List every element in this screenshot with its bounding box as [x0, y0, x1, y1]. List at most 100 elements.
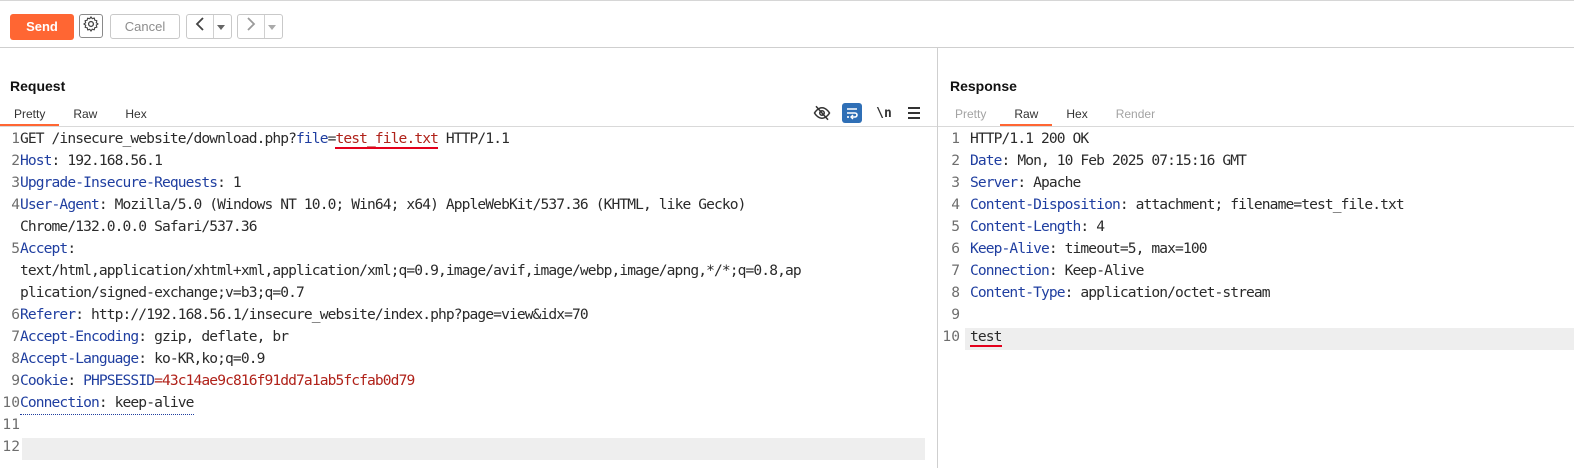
code-line: 2 Host: 192.168.56.1 [0, 150, 930, 172]
code-text: text/html,application/xhtml+xml,applicat… [20, 262, 802, 279]
code-text: HTTP/1.1 200 OK [970, 128, 1089, 150]
toolbar: Send Cancel [0, 0, 1574, 48]
line-number: 7 [951, 262, 960, 279]
newline-icon[interactable]: \n [874, 103, 894, 123]
eye-off-icon[interactable] [812, 103, 832, 123]
code-line: 6 Referer: http://192.168.56.1/insecure_w… [0, 304, 930, 326]
code-line: 1 HTTP/1.1 200 OK [940, 128, 1574, 150]
code-line: 3 Upgrade-Insecure-Requests: 1 [0, 172, 930, 194]
line-number: 8 [951, 284, 960, 301]
code-text: Connection: keep-alive [20, 392, 194, 415]
code-text: : application/octet-stream [1064, 284, 1271, 301]
code-line: 4 User-Agent: Mozilla/5.0 (Windows NT 10.… [0, 194, 930, 216]
code-text: Content-Length: 4 [970, 216, 1105, 238]
code-text: : Apache [1017, 174, 1081, 191]
code-text: : keep-alive [98, 394, 195, 411]
code-text: text/html,application/xhtml+xml,applicat… [20, 260, 802, 282]
code-text: : [67, 240, 76, 257]
code-text: Keep-Alive [970, 240, 1050, 257]
tab-raw[interactable]: Raw [1000, 104, 1053, 126]
forward-button[interactable] [238, 15, 264, 38]
tab-hex[interactable]: Hex [111, 104, 160, 124]
line-number: 11 [2, 416, 20, 433]
code-line: 5 Content-Length: 4 [940, 216, 1574, 238]
code-text: PHPSESSID [83, 372, 155, 389]
line-number: 5 [951, 218, 960, 235]
response-body: test [970, 328, 1002, 347]
request-editor-actions: \n [810, 103, 930, 123]
code-text: Connection: Keep-Alive [970, 260, 1144, 282]
response-tabs-underline [938, 126, 1574, 127]
code-text: : Mozilla/5.0 (Windows NT 10.0; Win64; x… [98, 196, 747, 213]
code-text: User-Agent [20, 196, 100, 213]
code-text: Connection [970, 262, 1050, 279]
line-number: 10 [942, 328, 960, 345]
code-text: Accept-Language [20, 350, 139, 367]
gear-icon [82, 15, 100, 38]
line-number: 4 [11, 196, 20, 213]
line-number: 3 [11, 174, 20, 191]
tab-pretty[interactable]: Pretty [941, 104, 1000, 124]
code-text: Connection [20, 394, 100, 411]
response-editor[interactable]: 1 HTTP/1.1 200 OK 2 Date: Mon, 10 Feb 2025… [940, 128, 1574, 348]
code-text: : [67, 372, 84, 389]
code-text: Cookie: PHPSESSID=43c14ae9c816f91dd7a1ab… [20, 370, 415, 392]
line-number: 5 [11, 240, 20, 257]
code-text: Accept [20, 240, 68, 257]
code-text: : gzip, deflate, br [138, 328, 289, 345]
code-line: 4 Content-Disposition: attachment; filena… [940, 194, 1574, 216]
code-text: Accept: [20, 238, 76, 260]
code-line: 10 test [940, 326, 1574, 348]
code-text: Date [970, 152, 1002, 169]
code-text: HTTP/1.1 200 OK [970, 130, 1089, 147]
line-number: 4 [951, 196, 960, 213]
code-line: 1 GET /insecure_website/download.php?file… [0, 128, 930, 150]
line-number: 10 [2, 394, 20, 411]
code-text: User-Agent: Mozilla/5.0 (Windows NT 10.0… [20, 194, 746, 216]
send-button[interactable]: Send [10, 14, 74, 40]
line-number: 6 [11, 306, 20, 323]
chevron-right-icon [245, 16, 257, 37]
code-text: Date: Mon, 10 Feb 2025 07:15:16 GMT [970, 150, 1247, 172]
line-number: 9 [11, 372, 20, 389]
back-history-dropdown[interactable] [213, 15, 228, 38]
line-number: 2 [11, 152, 20, 169]
tab-raw[interactable]: Raw [59, 104, 111, 124]
code-text: = [154, 372, 163, 389]
request-title: Request [10, 78, 66, 94]
code-text: Content-Type: application/octet-stream [970, 282, 1271, 304]
settings-button[interactable] [79, 14, 103, 38]
code-text: : Mon, 10 Feb 2025 07:15:16 GMT [1001, 152, 1247, 169]
request-editor[interactable]: 1 GET /insecure_website/download.php?file… [0, 128, 930, 458]
file-param-value: test_file.txt [335, 130, 439, 149]
cancel-button[interactable]: Cancel [110, 14, 180, 39]
code-text: Content-Type [970, 284, 1066, 301]
forward-history-dropdown[interactable] [264, 15, 279, 38]
code-text: Accept-Encoding [20, 328, 139, 345]
code-text: Cookie [20, 372, 68, 389]
code-text: Server: Apache [970, 172, 1081, 194]
code-text: Content-Disposition [970, 196, 1121, 213]
code-line: 8 Accept-Language: ko-KR,ko;q=0.9 [0, 348, 930, 370]
code-text: 43c14ae9c816f91dd7a1ab5fcfab0d79 [161, 372, 415, 389]
tab-render[interactable]: Render [1102, 104, 1169, 124]
back-button[interactable] [187, 15, 213, 38]
code-text: test [970, 326, 1002, 348]
code-text: Chrome/132.0.0.0 Safari/537.36 [20, 218, 257, 235]
code-text: file [296, 130, 328, 147]
menu-icon[interactable] [904, 103, 924, 123]
line-number: 6 [951, 240, 960, 257]
code-text: Accept-Encoding: gzip, deflate, br [20, 326, 289, 348]
code-line: 7 Accept-Encoding: gzip, deflate, br [0, 326, 930, 348]
panel-divider[interactable] [937, 48, 938, 468]
response-title: Response [950, 78, 1017, 94]
response-tabs: Pretty Raw Hex Render [941, 104, 1169, 126]
tab-pretty[interactable]: Pretty [0, 104, 60, 126]
tab-hex[interactable]: Hex [1052, 104, 1101, 124]
line-number: 1 [951, 130, 960, 147]
code-text: plication/signed-exchange;v=b3;q=0.7 [20, 284, 305, 301]
wrap-icon[interactable] [842, 103, 862, 123]
code-line-wrap: Chrome/132.0.0.0 Safari/537.36 [0, 216, 930, 238]
code-text: Upgrade-Insecure-Requests: 1 [20, 172, 242, 194]
forward-nav [237, 14, 283, 39]
